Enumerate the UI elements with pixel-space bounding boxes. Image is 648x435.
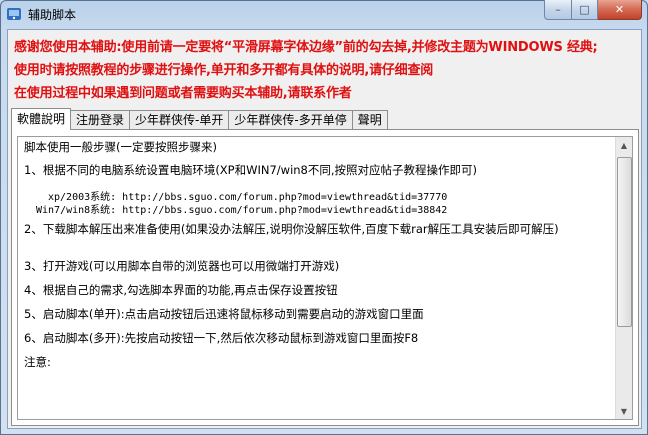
vertical-scrollbar[interactable]: ▲ ▼ [615, 137, 632, 419]
instruction-link-win7: Win7/win8系统: http://bbs.sguo.com/forum.p… [36, 205, 448, 216]
close-icon: ✕ [614, 3, 625, 16]
instruction-step-2: 2、下载脚本解压出来准备使用(如果没办法解压,说明你没解压软件,百度下载rar解… [24, 222, 559, 236]
instruction-step-1: 1、根据不同的电脑系统设置电脑环境(XP和WIN7/win8不同,按照对应帖子教… [24, 163, 478, 177]
minimize-icon: – [555, 3, 561, 16]
maximize-button[interactable]: □ [572, 0, 598, 20]
scroll-down-icon[interactable]: ▼ [616, 403, 632, 419]
tab-register-login[interactable]: 注册登录 [70, 110, 131, 130]
tab-software-info[interactable]: 軟體說明 [11, 108, 72, 130]
minimize-button[interactable]: – [544, 0, 572, 20]
window-title: 辅助脚本 [28, 8, 77, 22]
app-icon [6, 6, 22, 22]
maximize-icon: □ [579, 3, 590, 16]
instruction-step-6: 6、启动脚本(多开):先按启动按钮一下,然后依次移动鼠标到游戏窗口里面按F8 [24, 331, 419, 345]
tab-strip: 軟體說明 注册登录 少年群侠传-单开 少年群侠传-多开单停 聲明 [11, 108, 388, 130]
tab-single-open[interactable]: 少年群侠传-单开 [129, 110, 230, 130]
instructions-textbox[interactable]: 脚本使用一般步骤(一定要按照步骤来) 1、根据不同的电脑系统设置电脑环境(XP和… [17, 136, 633, 420]
title-bar[interactable]: 辅助脚本 – □ ✕ [0, 0, 648, 28]
scroll-up-icon[interactable]: ▲ [616, 137, 632, 153]
close-button[interactable]: ✕ [598, 0, 642, 20]
notice-line-1: 感谢您使用本辅助:使用前请一定要将“平滑屏幕字体边缘”前的勾去掉,并修改主题为W… [14, 40, 598, 55]
tab-statement[interactable]: 聲明 [351, 110, 388, 130]
instruction-heading: 脚本使用一般步骤(一定要按照步骤来) [24, 140, 217, 154]
notice-line-2: 使用时请按照教程的步骤进行操作,单开和多开都有具体的说明,请仔细查阅 [14, 63, 434, 78]
instruction-step-3: 3、打开游戏(可以用脚本自带的浏览器也可以用微端打开游戏) [24, 259, 340, 273]
client-area: 感谢您使用本辅助:使用前请一定要将“平滑屏幕字体边缘”前的勾去掉,并修改主题为W… [7, 29, 642, 429]
tab-multi-open[interactable]: 少年群侠传-多开单停 [228, 110, 353, 130]
instruction-note: 注意: [24, 355, 51, 369]
instruction-step-4: 4、根据自己的需求,勾选脚本界面的功能,再点击保存设置按钮 [24, 283, 338, 297]
caption-buttons: – □ ✕ [544, 0, 642, 20]
instruction-step-5: 5、启动脚本(单开):点击启动按钮后迅速将鼠标移动到需要启动的游戏窗口里面 [24, 307, 424, 321]
tab-panel: 脚本使用一般步骤(一定要按照步骤来) 1、根据不同的电脑系统设置电脑环境(XP和… [11, 129, 639, 426]
scroll-thumb[interactable] [617, 157, 632, 327]
notice-line-3: 在使用过程中如果遇到问题或者需要购买本辅助,请联系作者 [14, 86, 352, 101]
